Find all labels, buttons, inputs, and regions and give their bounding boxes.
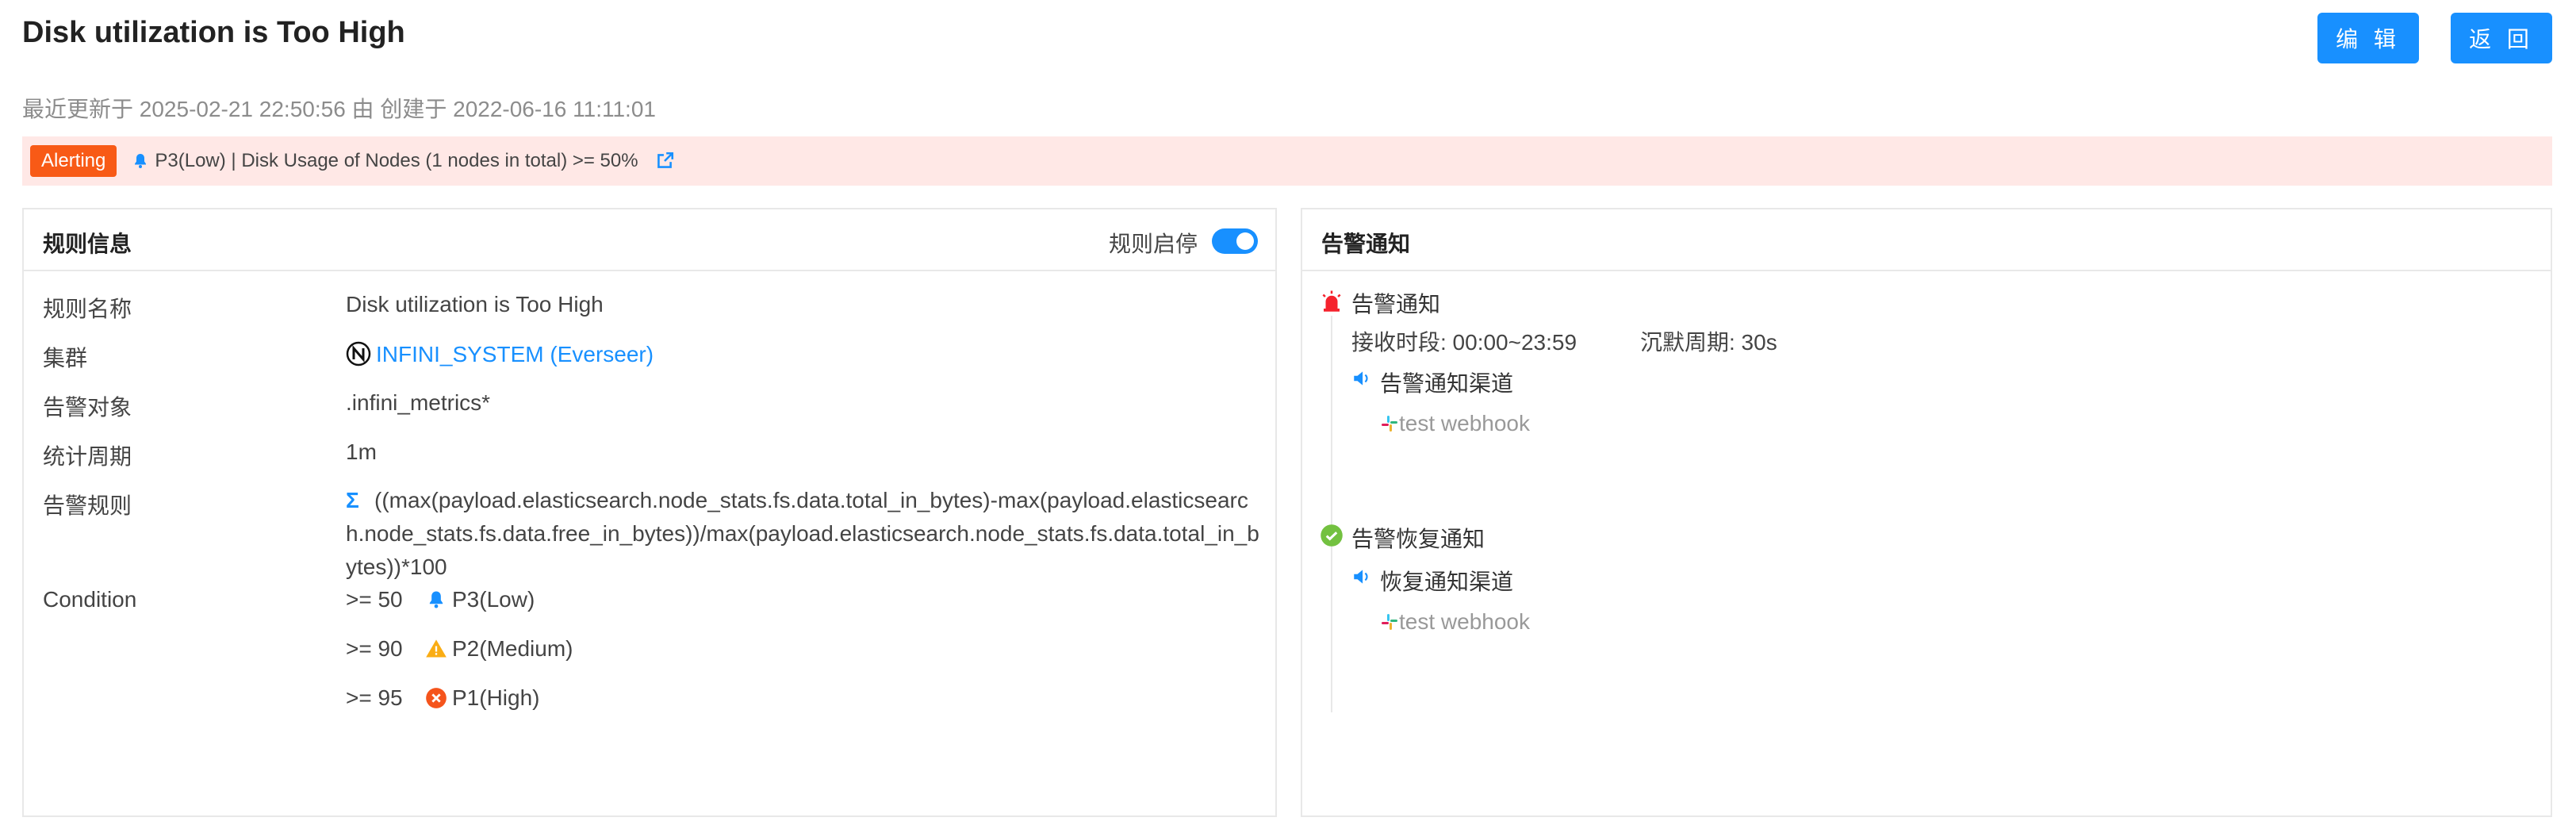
bell-icon xyxy=(429,591,443,608)
alert-rule-label: 告警规则 xyxy=(43,493,132,518)
speaker-icon xyxy=(1354,371,1368,386)
page-title: Disk utilization is Too High xyxy=(22,16,405,49)
timeline-line xyxy=(1331,316,1332,712)
condition-row: >= 50 P3(Low) xyxy=(346,587,535,612)
alert-target-label: 告警对象 xyxy=(43,395,132,420)
notification-title: 告警通知 xyxy=(1321,232,1411,256)
cluster-label: 集群 xyxy=(43,346,88,370)
toggle-knob xyxy=(1236,232,1254,250)
period-label: 统计周期 xyxy=(43,444,132,469)
edit-button[interactable]: 编 辑 xyxy=(2317,13,2419,63)
slack-icon xyxy=(1382,416,1397,432)
alert-channel-item: test webhook xyxy=(1380,411,1530,436)
alert-rule-expression: Σ ((max(payload.elasticsearch.node_stats.… xyxy=(346,484,1266,584)
rule-name-value: Disk utilization is Too High xyxy=(346,292,604,317)
condition-operator: >= 95 xyxy=(346,685,403,710)
toggle-label: 规则启停 xyxy=(1108,232,1198,256)
rule-info-header: 规则信息 规则启停 xyxy=(24,209,1275,271)
alert-channel-name: test webhook xyxy=(1399,411,1530,436)
recovery-channel-item: test webhook xyxy=(1380,609,1530,635)
slack-icon xyxy=(1382,614,1397,630)
rule-expression-text: ((max(payload.elasticsearch.node_stats.f… xyxy=(346,488,1259,579)
alert-target-value: .infini_metrics* xyxy=(346,390,491,415)
condition-row: >= 90 P2(Medium) xyxy=(346,636,573,662)
error-icon xyxy=(426,688,447,708)
rule-name-label: 规则名称 xyxy=(43,297,132,321)
recovery-notification-label: 告警恢复通知 xyxy=(1351,527,1485,551)
update-meta: 最近更新于 2025-02-21 22:50:56 由 创建于 2022-06-… xyxy=(22,97,656,121)
warning-icon xyxy=(426,639,447,658)
rule-info-card: 规则信息 规则启停 规则名称 Disk utilization is Too H… xyxy=(22,208,1277,817)
alarm-icon xyxy=(1322,290,1341,312)
condition-level: P2(Medium) xyxy=(452,636,573,661)
bell-icon xyxy=(135,154,147,168)
alert-banner: Alerting P3(Low) | Disk Usage of Nodes (… xyxy=(22,136,2552,186)
rule-enable-toggle[interactable] xyxy=(1212,228,1258,254)
speaker-icon xyxy=(1354,570,1368,584)
sigma-icon: Σ xyxy=(346,488,359,512)
back-button[interactable]: 返 回 xyxy=(2451,13,2552,63)
condition-level: P3(Low) xyxy=(452,587,535,612)
cluster-link[interactable]: INFINI_SYSTEM (Everseer) xyxy=(376,342,654,366)
condition-level: P1(High) xyxy=(452,685,540,710)
condition-label: Condition xyxy=(43,587,137,612)
receive-period: 接收时段: 00:00~23:59 xyxy=(1351,330,1577,355)
cluster-value[interactable]: INFINI_SYSTEM (Everseer) xyxy=(346,341,654,367)
notification-card: 告警通知 告警通知 接收时段: 00:00~23:59 沉默周期: 30s 告警… xyxy=(1301,208,2552,817)
cluster-logo-icon xyxy=(346,341,371,366)
recovery-channel-label: 恢复通知渠道 xyxy=(1380,570,1514,594)
external-link-icon[interactable] xyxy=(654,151,675,171)
recovery-channel-name: test webhook xyxy=(1399,609,1530,634)
check-circle-icon xyxy=(1321,524,1343,547)
condition-operator: >= 90 xyxy=(346,636,403,661)
rule-info-title: 规则信息 xyxy=(43,232,132,256)
alert-channel-label: 告警通知渠道 xyxy=(1380,371,1514,396)
alert-notification-label: 告警通知 xyxy=(1351,292,1441,317)
period-value: 1m xyxy=(346,439,377,464)
condition-row: >= 95 P1(High) xyxy=(346,685,539,711)
silence-period: 沉默周期: 30s xyxy=(1640,330,1777,355)
condition-operator: >= 50 xyxy=(346,587,403,612)
alert-message: P3(Low) | Disk Usage of Nodes (1 nodes i… xyxy=(155,150,638,171)
notification-header: 告警通知 xyxy=(1302,209,2551,271)
status-badge: Alerting xyxy=(30,145,117,177)
